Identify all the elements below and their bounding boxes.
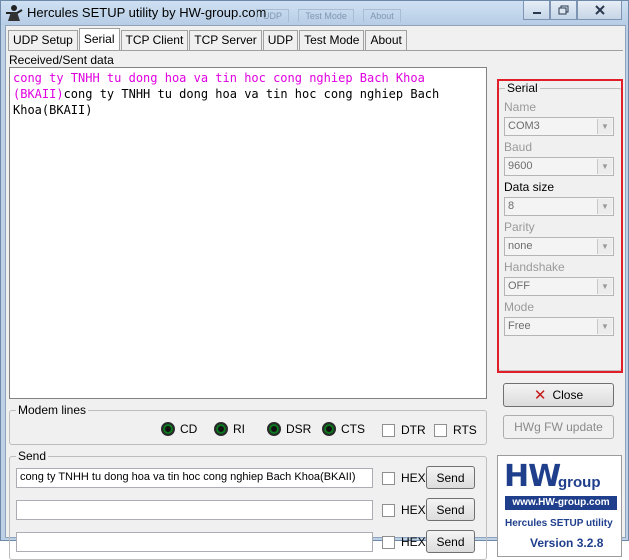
led-indicator-icon	[214, 422, 228, 436]
app-window: Hercules SETUP utility by HW-group.com U…	[0, 0, 629, 560]
logo-brand: HW	[504, 459, 561, 494]
hex-checkbox-2[interactable]: HEX	[382, 503, 426, 517]
tab-udp[interactable]: UDP	[262, 30, 299, 50]
ghost-tab: UDP	[256, 9, 290, 22]
hercules-app-icon	[6, 5, 23, 21]
send-legend: Send	[18, 449, 47, 463]
ghost-tabs: UDP Test Mode About	[256, 8, 407, 22]
parity-label: Parity	[504, 220, 535, 234]
led-cts: CTS	[322, 422, 365, 436]
led-indicator-icon	[161, 422, 175, 436]
hex-checkbox-3[interactable]: HEX	[382, 535, 426, 549]
send-button-1[interactable]: Send	[426, 466, 475, 489]
send-input-3[interactable]	[16, 532, 373, 552]
close-port-button[interactable]: ✕ Close	[503, 383, 614, 407]
handshake-label: Handshake	[504, 260, 565, 274]
window-title: Hercules SETUP utility by HW-group.com	[27, 5, 267, 20]
send-input-1[interactable]: cong ty TNHH tu dong hoa va tin hoc cong…	[16, 468, 373, 488]
name-select[interactable]: COM3 ▼	[504, 117, 614, 136]
rts-checkbox[interactable]: RTS	[434, 423, 477, 437]
modem-lines-legend: Modem lines	[18, 403, 87, 417]
led-cd: CD	[161, 422, 197, 436]
led-ri: RI	[214, 422, 245, 436]
led-indicator-icon	[322, 422, 336, 436]
tab-tcp-client[interactable]: TCP Client	[120, 30, 189, 50]
received-sent-data-area[interactable]: cong ty TNHH tu dong hoa va tin hoc cong…	[9, 67, 487, 399]
client-area: UDP Setup Serial TCP Client TCP Server U…	[5, 25, 626, 560]
dtr-checkbox[interactable]: DTR	[382, 423, 426, 437]
tab-tcp-server[interactable]: TCP Server	[189, 30, 262, 50]
ghost-tab: Test Mode	[298, 9, 354, 22]
logo-app-name: Hercules SETUP utility	[505, 518, 613, 529]
chevron-down-icon: ▼	[597, 239, 612, 254]
title-bar: Hercules SETUP utility by HW-group.com U…	[1, 1, 628, 25]
name-label: Name	[504, 100, 537, 114]
received-sent-label: Received/Sent data	[9, 53, 114, 67]
data-size-label: Data size	[504, 180, 555, 194]
chevron-down-icon: ▼	[597, 119, 612, 134]
parity-select[interactable]: none ▼	[504, 237, 614, 256]
chevron-down-icon: ▼	[597, 319, 612, 334]
mode-select[interactable]: Free ▼	[504, 317, 614, 336]
minimize-icon	[532, 12, 541, 14]
received-data-text: cong ty TNHH tu dong hoa va tin hoc cong…	[13, 87, 447, 117]
mode-label: Mode	[504, 300, 535, 314]
data-size-select[interactable]: 8 ▼	[504, 197, 614, 216]
chevron-down-icon: ▼	[597, 159, 612, 174]
hex-checkbox-1[interactable]: HEX	[382, 471, 426, 485]
chevron-down-icon: ▼	[597, 279, 612, 294]
close-icon	[594, 5, 605, 15]
tab-udp-setup[interactable]: UDP Setup	[8, 30, 78, 50]
ghost-tab: About	[363, 9, 401, 22]
tab-test-mode[interactable]: Test Mode	[299, 30, 365, 50]
restore-icon	[558, 5, 569, 15]
tab-strip: UDP Setup Serial TCP Client TCP Server U…	[8, 28, 408, 50]
led-dsr: DSR	[267, 422, 311, 436]
handshake-select[interactable]: OFF ▼	[504, 277, 614, 296]
restore-button[interactable]	[550, 1, 577, 20]
close-window-button[interactable]	[577, 1, 622, 20]
window-controls	[523, 1, 622, 20]
send-button-3[interactable]: Send	[426, 530, 475, 553]
chevron-down-icon: ▼	[597, 199, 612, 214]
serial-tab-panel: Received/Sent data cong ty TNHH tu dong …	[8, 50, 623, 560]
hwg-fw-update-button[interactable]: HWg FW update	[503, 415, 614, 439]
led-indicator-icon	[267, 422, 281, 436]
logo-group: group	[558, 474, 601, 491]
baud-select[interactable]: 9600 ▼	[504, 157, 614, 176]
minimize-button[interactable]	[523, 1, 550, 20]
close-x-icon: ✕	[533, 387, 547, 404]
tab-about[interactable]: About	[365, 30, 407, 50]
baud-label: Baud	[504, 140, 533, 154]
hw-group-logo: HW group www.HW-group.com Hercules SETUP…	[497, 455, 622, 557]
send-input-2[interactable]	[16, 500, 373, 520]
logo-url: www.HW-group.com	[505, 496, 617, 510]
logo-version: Version 3.2.8	[530, 536, 604, 550]
send-button-2[interactable]: Send	[426, 498, 475, 521]
tab-serial[interactable]: Serial	[78, 28, 120, 50]
